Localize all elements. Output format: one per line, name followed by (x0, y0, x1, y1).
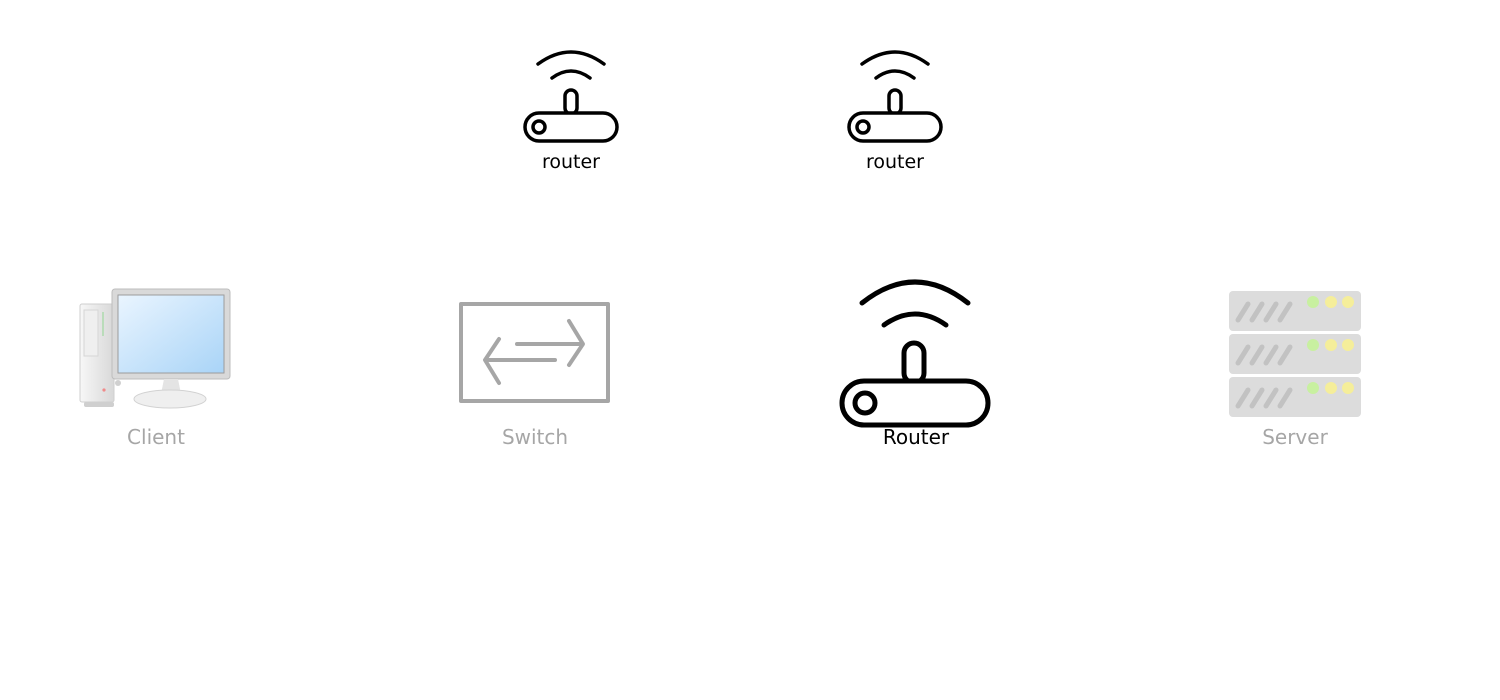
server-rack-icon (1229, 291, 1361, 417)
node-label: Switch (501, 425, 569, 449)
router-icon (847, 50, 943, 143)
node-label: Router (882, 425, 950, 449)
node-label: router (541, 151, 600, 173)
router-node-main[interactable]: Router (838, 275, 994, 456)
server-node[interactable]: Server (1226, 288, 1364, 456)
router-node-top-right[interactable]: router (844, 44, 946, 184)
router-icon (839, 279, 991, 428)
switch-node[interactable]: Switch (459, 301, 611, 456)
node-label: Client (127, 425, 185, 449)
router-icon (523, 50, 619, 143)
desktop-computer-icon (79, 288, 231, 409)
switch-icon (459, 302, 610, 403)
router-node-top-left[interactable]: router (520, 44, 622, 184)
client-node[interactable]: Client (78, 286, 234, 456)
node-label: Server (1262, 425, 1328, 449)
node-label: router (865, 151, 924, 173)
